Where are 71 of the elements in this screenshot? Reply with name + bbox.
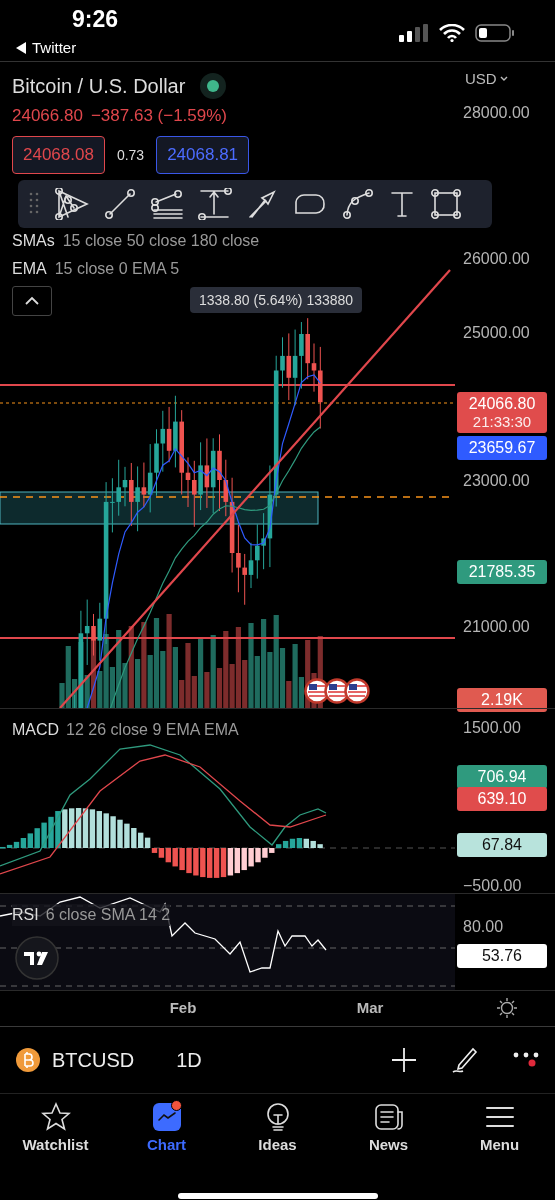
tab[interactable]: Menu	[444, 1102, 555, 1153]
line-icon[interactable]	[104, 188, 136, 220]
plus-icon[interactable]	[391, 1047, 417, 1073]
tab[interactable]: News	[333, 1102, 444, 1153]
currency-label[interactable]: USD	[465, 70, 497, 87]
market-status-icon	[199, 72, 228, 100]
square-icon[interactable]	[430, 188, 462, 220]
chevron-up-icon	[24, 296, 40, 306]
back-arrow-icon[interactable]	[16, 41, 26, 54]
back-link[interactable]: Twitter	[32, 39, 77, 56]
indicator-params: 6 close SMA 14 2	[45, 906, 171, 924]
battery-icon	[475, 24, 515, 42]
status-time: 9:26	[72, 6, 119, 33]
measure-tooltip: 1338.80 (5.64%) 133880	[190, 287, 363, 313]
price-axis-label: 25000.00	[463, 324, 530, 342]
sell-price-button[interactable]: 24068.08	[12, 136, 105, 174]
price-axis-label: 23000.00	[463, 472, 530, 490]
rsi-axis-label: 80.00	[463, 918, 504, 936]
chevron-down-icon	[499, 75, 508, 82]
price-change: −387.63 (−1.59%)	[90, 106, 227, 126]
countdown-timer: 21:33:30	[471, 413, 533, 430]
ruler-icon[interactable]	[198, 188, 232, 220]
last-price: 24066.80	[12, 106, 83, 126]
candlestick	[74, 694, 76, 708]
price-axis-label: 26000.00	[463, 250, 530, 268]
indicator-params: 12 26 close 9 EMA EMA	[66, 721, 239, 739]
collapse-button[interactable]	[12, 286, 52, 316]
price-value: 67.84	[480, 836, 523, 854]
text-icon[interactable]	[388, 189, 416, 219]
price-value: 53.76	[480, 947, 523, 965]
indicator-name[interactable]: SMAs	[12, 232, 55, 250]
pen-icon[interactable]	[451, 1045, 479, 1075]
symbol-selector[interactable]: BTCUSD	[52, 1048, 135, 1072]
symbol-title: Bitcoin / U.S. Dollar	[12, 74, 186, 98]
price-value: 639.10	[476, 790, 528, 808]
coin-icon	[16, 1048, 40, 1072]
price-value: 21785.35	[467, 563, 537, 581]
chart-icon	[151, 1102, 182, 1132]
spread-value: 0.73	[116, 147, 145, 163]
lines-icon[interactable]	[150, 188, 184, 220]
price-value: 706.94	[476, 768, 528, 786]
tab[interactable]: Chart	[111, 1102, 222, 1153]
curve-icon[interactable]	[342, 188, 374, 220]
price-axis-label: 28000.00	[463, 104, 530, 122]
indicator-name[interactable]: MACD	[12, 721, 60, 739]
more-icon[interactable]	[513, 1051, 539, 1069]
logo-icon	[15, 936, 59, 980]
star-icon	[40, 1102, 71, 1132]
tab[interactable]: Ideas	[222, 1102, 333, 1153]
time-axis-label: Feb	[169, 999, 197, 1016]
macd-axis-label: 1500.00	[463, 719, 521, 737]
price-value: 23659.67	[467, 439, 537, 457]
price-value: 2.19K	[480, 691, 524, 709]
triangle-pattern-icon[interactable]	[54, 188, 90, 220]
indicator-params: 15 close 50 close 180 close	[62, 232, 260, 250]
tab[interactable]: Watchlist	[0, 1102, 111, 1153]
buy-price-button[interactable]: 24068.81	[156, 136, 250, 174]
indicator-name[interactable]: RSI	[12, 906, 39, 924]
currency-selector[interactable]: USD	[465, 70, 508, 87]
flag-icon[interactable]	[344, 678, 370, 704]
sun-icon[interactable]	[496, 997, 518, 1019]
macd-axis-label: −500.00	[463, 877, 522, 895]
time-axis-label: Mar	[356, 999, 384, 1016]
interval-selector[interactable]: 1D	[176, 1048, 202, 1072]
indicator-name[interactable]: EMA	[12, 260, 47, 278]
wifi-icon	[439, 24, 465, 42]
newspaper-icon	[373, 1102, 404, 1132]
price-axis-label: 21000.00	[463, 618, 530, 636]
price-value: 24066.80	[467, 395, 537, 413]
indicator-params: 15 close 0 EMA 5	[54, 260, 180, 278]
signal-icon	[399, 24, 429, 42]
